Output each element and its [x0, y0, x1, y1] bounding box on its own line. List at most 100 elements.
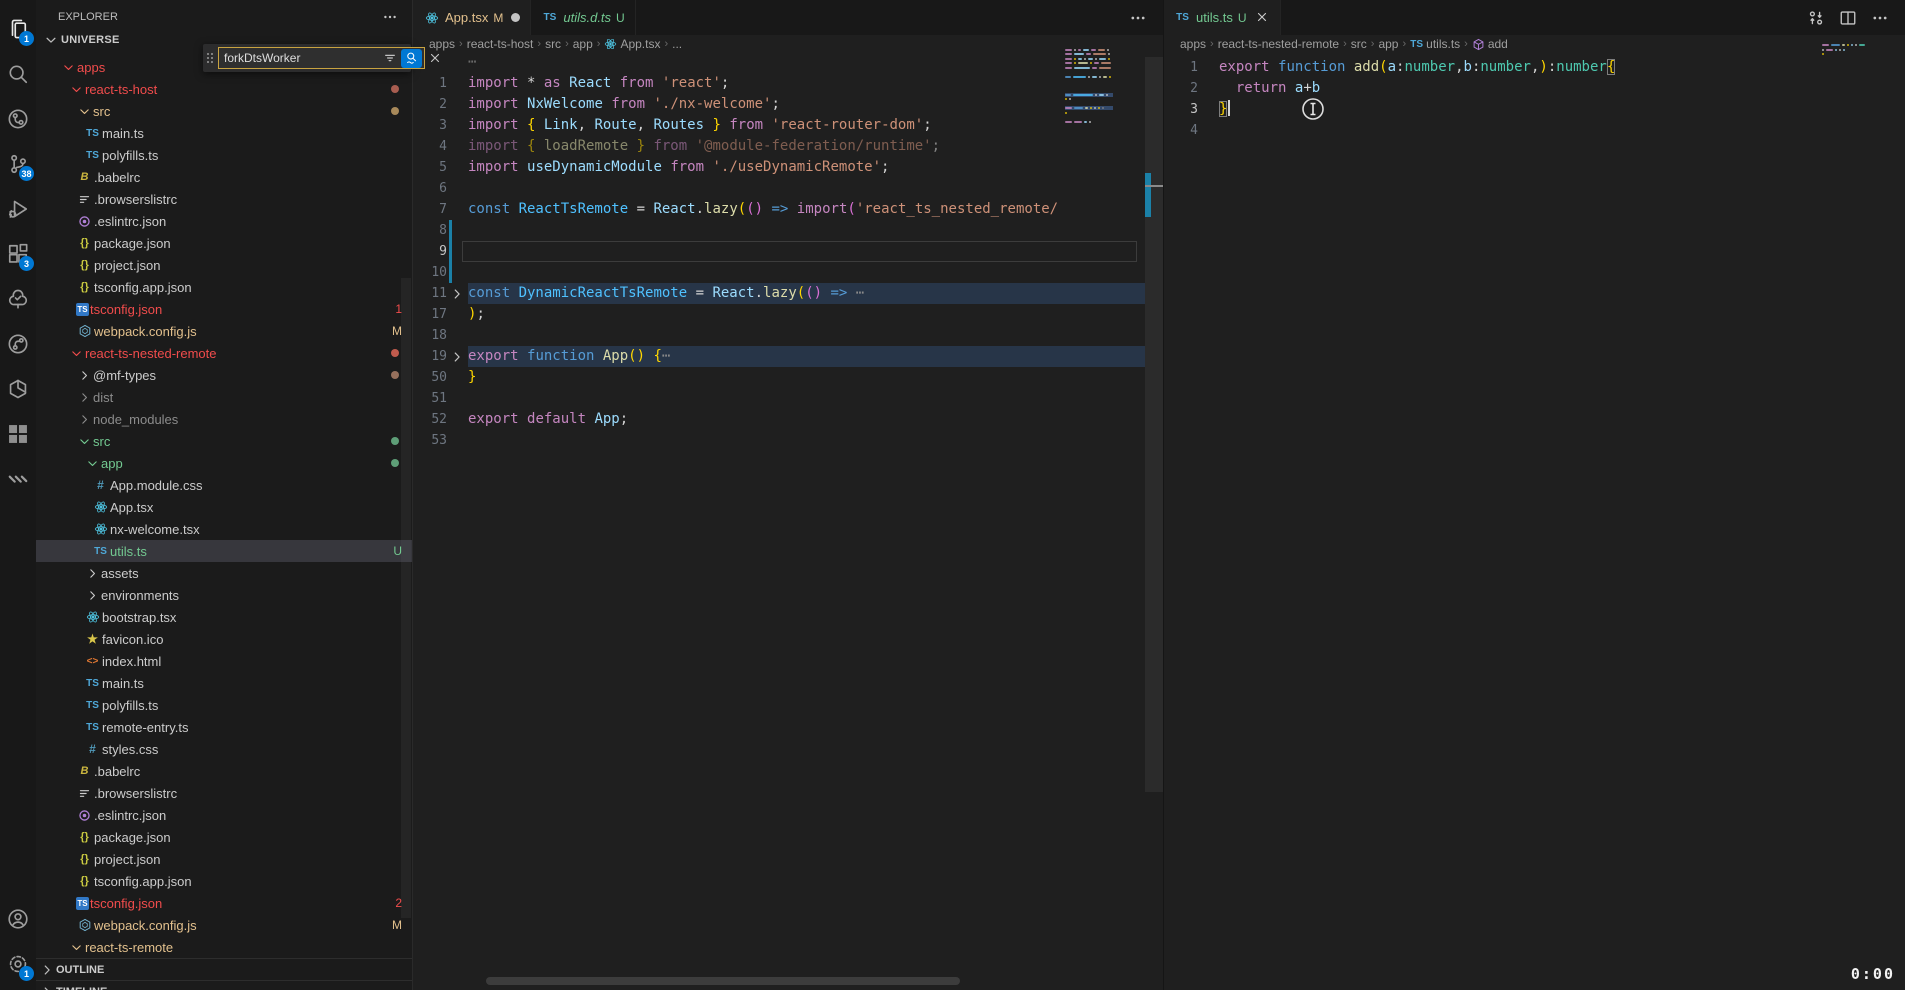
activity-testing[interactable] [0, 276, 36, 321]
code-line[interactable]: 9 [413, 241, 1145, 262]
tree-item-app-module-css[interactable]: #App.module.css [36, 474, 412, 496]
fold-chevron-icon[interactable] [450, 350, 463, 363]
tree-item-webpack-config-js[interactable]: webpack.config.jsM [36, 320, 412, 342]
breadcrumb-apps[interactable]: apps [1180, 37, 1206, 51]
breadcrumb-add[interactable]: add [1472, 37, 1508, 51]
breadcrumb-src[interactable]: src [1351, 37, 1367, 51]
breadcrumb-[interactable]: ... [672, 37, 682, 51]
more-icon[interactable] [1129, 9, 1147, 27]
tree-item-bootstrap-tsx[interactable]: bootstrap.tsx [36, 606, 412, 628]
tree-item-react-ts-nested-remote[interactable]: react-ts-nested-remote [36, 342, 412, 364]
activity-manage[interactable]: 1 [0, 941, 36, 986]
code-line[interactable]: 4 [1164, 120, 1905, 141]
activity-extension-panel[interactable] [0, 411, 36, 456]
code-line[interactable]: 53 [413, 430, 1145, 451]
activity-git-graph[interactable] [0, 96, 36, 141]
breadcrumb-react-ts-host[interactable]: react-ts-host [467, 37, 534, 51]
fold-chevron-icon[interactable] [450, 287, 463, 300]
code-line[interactable]: 1export function add(a:number,b:number,)… [1164, 57, 1905, 78]
more-icon[interactable] [1871, 9, 1889, 27]
dirty-indicator[interactable] [511, 13, 520, 22]
tree-item-environments[interactable]: environments [36, 584, 412, 606]
tree-item-babelrc[interactable]: B.babelrc [36, 760, 412, 782]
tree-item-browserslistrc[interactable]: .browserslistrc [36, 188, 412, 210]
timeline-section-header[interactable]: TIMELINE [36, 980, 412, 990]
activity-search[interactable] [0, 51, 36, 96]
code-line[interactable]: 6 [413, 178, 1145, 199]
tree-item-project-json[interactable]: {}project.json [36, 254, 412, 276]
tree-item-package-json[interactable]: {}package.json [36, 826, 412, 848]
drag-handle-icon[interactable] [205, 51, 215, 65]
code-line[interactable]: ⋯ [413, 52, 1145, 73]
code-area-right[interactable]: 1export function add(a:number,b:number,)… [1164, 57, 1905, 141]
tab-utils-d-ts[interactable]: TSutils.d.tsU [531, 0, 635, 35]
tree-item-assets[interactable]: assets [36, 562, 412, 584]
activity-extensions[interactable]: 3 [0, 231, 36, 276]
tree-item-styles-css[interactable]: #styles.css [36, 738, 412, 760]
tree-item-eslintrc-json[interactable]: .eslintrc.json [36, 804, 412, 826]
tree-item-app[interactable]: app [36, 452, 412, 474]
activity-source-control[interactable]: 38 [0, 141, 36, 186]
code-line[interactable]: 11const DynamicReactTsRemote = React.laz… [413, 283, 1145, 304]
overview-ruler-left[interactable] [1145, 52, 1163, 990]
tree-item-tsconfig-json[interactable]: TStsconfig.json1 [36, 298, 412, 320]
breadcrumb-apps[interactable]: apps [429, 37, 455, 51]
find-close-icon[interactable] [428, 50, 444, 66]
code-line[interactable]: 2 return a+b [1164, 78, 1905, 99]
activity-remote-graph[interactable] [0, 321, 36, 366]
tree-item-src[interactable]: src [36, 430, 412, 452]
tree-item-remote-entry-ts[interactable]: TSremote-entry.ts [36, 716, 412, 738]
code-line[interactable]: 3import { Link, Route, Routes } from 're… [413, 115, 1145, 136]
vertical-scrollbar[interactable] [1145, 57, 1163, 792]
code-line[interactable]: 51 [413, 388, 1145, 409]
tab-app-tsx[interactable]: App.tsxM [413, 0, 531, 35]
tree-item-polyfills-ts[interactable]: TSpolyfills.ts [36, 144, 412, 166]
breadcrumb-app[interactable]: app [573, 37, 593, 51]
tree-item-node-modules[interactable]: node_modules [36, 408, 412, 430]
sidebar-scrollbar[interactable] [401, 278, 411, 918]
tree-item-eslintrc-json[interactable]: .eslintrc.json [36, 210, 412, 232]
code-line[interactable]: 7const ReactTsRemote = React.lazy(() => … [413, 199, 1145, 220]
tree-item-main-ts[interactable]: TSmain.ts [36, 672, 412, 694]
split-icon[interactable] [1839, 9, 1857, 27]
tree-item-nx-welcome-tsx[interactable]: nx-welcome.tsx [36, 518, 412, 540]
tree-item-tsconfig-app-json[interactable]: {}tsconfig.app.json [36, 276, 412, 298]
code-line[interactable]: 2import NxWelcome from './nx-welcome'; [413, 94, 1145, 115]
breadcrumb-src[interactable]: src [545, 37, 561, 51]
code-line[interactable]: 8 [413, 220, 1145, 241]
activity-extension-wave[interactable] [0, 456, 36, 501]
tree-item-mf-types[interactable]: @mf-types [36, 364, 412, 386]
code-line[interactable]: 19export function App() {⋯ [413, 346, 1145, 367]
tree-item-app-tsx[interactable]: App.tsx [36, 496, 412, 518]
tab-close-icon[interactable] [1255, 10, 1270, 25]
code-line[interactable]: 10 [413, 262, 1145, 283]
tree-item-react-ts-remote[interactable]: react-ts-remote [36, 936, 412, 958]
tree-item-package-json[interactable]: {}package.json [36, 232, 412, 254]
tree-item-dist[interactable]: dist [36, 386, 412, 408]
tree-item-tsconfig-json[interactable]: TStsconfig.json2 [36, 892, 412, 914]
activity-nx-console[interactable] [0, 366, 36, 411]
tree-item-utils-ts[interactable]: TSutils.tsU [36, 540, 412, 562]
activity-run-and-debug[interactable] [0, 186, 36, 231]
tree-item-react-ts-host[interactable]: react-ts-host [36, 78, 412, 100]
code-area-left[interactable]: ⋯1import * as React from 'react';2import… [413, 52, 1145, 451]
tab-utils-ts[interactable]: TSutils.tsU [1164, 0, 1281, 35]
code-line[interactable]: 1import * as React from 'react'; [413, 73, 1145, 94]
explorer-more-icon[interactable] [382, 9, 398, 25]
tree-item-polyfills-ts[interactable]: TSpolyfills.ts [36, 694, 412, 716]
code-line[interactable]: 5import useDynamicModule from './useDyna… [413, 157, 1145, 178]
tree-item-webpack-config-js[interactable]: webpack.config.jsM [36, 914, 412, 936]
code-line[interactable]: 3} [1164, 99, 1905, 120]
fuzzy-search-toggle[interactable] [401, 49, 422, 68]
outline-section-header[interactable]: OUTLINE [36, 958, 412, 981]
tree-item-favicon-ico[interactable]: ★favicon.ico [36, 628, 412, 650]
breadcrumb-utils-ts[interactable]: TSutils.ts [1410, 37, 1460, 51]
code-line[interactable]: 4import { loadRemote } from '@module-fed… [413, 136, 1145, 157]
code-line[interactable]: 17); [413, 304, 1145, 325]
tree-item-browserslistrc[interactable]: .browserslistrc [36, 782, 412, 804]
activity-accounts[interactable] [0, 896, 36, 941]
activity-explorer[interactable]: 1 [0, 6, 36, 51]
tree-item-babelrc[interactable]: B.babelrc [36, 166, 412, 188]
horizontal-scrollbar[interactable] [486, 977, 960, 985]
filter-icon[interactable] [381, 49, 399, 67]
